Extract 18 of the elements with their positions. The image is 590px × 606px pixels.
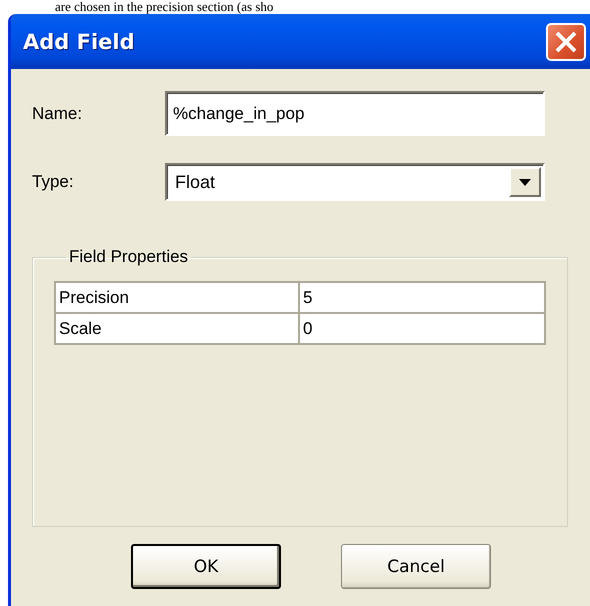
document-text: are chosen in the precision section (as sho	[55, 0, 274, 14]
name-field[interactable]: %change_in_pop	[165, 91, 545, 136]
value-cell[interactable]: 5	[299, 282, 545, 313]
group-title: Field Properties	[68, 247, 190, 267]
close-button[interactable]	[546, 22, 586, 60]
property-cell: Scale	[55, 313, 299, 344]
type-dropdown[interactable]: Float	[165, 163, 545, 201]
dialog-button[interactable]: OK	[131, 544, 281, 589]
window-title: Add Field	[23, 30, 135, 54]
name-label: Name:	[32, 104, 84, 124]
type-label: Type:	[32, 172, 75, 192]
type-value: Float	[175, 172, 216, 192]
caret-icon	[519, 178, 531, 186]
dialog-button[interactable]: Cancel	[341, 544, 491, 589]
close-icon	[554, 30, 578, 54]
property-cell: Precision	[55, 282, 299, 313]
value-cell[interactable]: 0	[299, 313, 545, 344]
dropdown-button[interactable]	[509, 167, 541, 197]
